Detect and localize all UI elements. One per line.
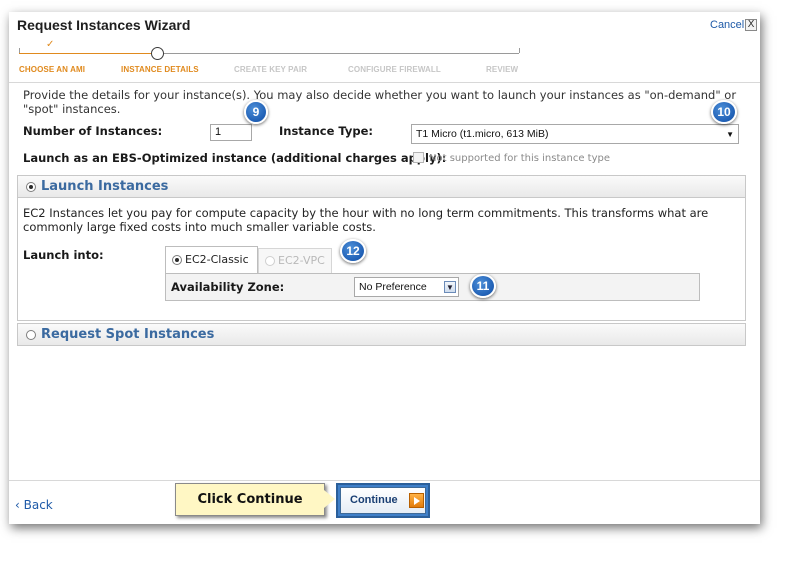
step-current-marker-icon xyxy=(151,47,164,60)
launch-instances-radio[interactable] xyxy=(26,182,36,192)
launch-into-label: Launch into: xyxy=(23,248,104,262)
callout-badge-9: 9 xyxy=(244,100,268,124)
launch-description: EC2 Instances let you pay for compute ca… xyxy=(23,206,709,234)
cancel-link[interactable]: Cancel xyxy=(710,19,744,31)
num-instances-label: Number of Instances: xyxy=(23,124,163,138)
step-review: REVIEW xyxy=(486,65,519,74)
availability-zone-value: No Preference xyxy=(359,281,427,293)
tab-ec2-vpc-label: EC2-VPC xyxy=(278,254,325,267)
request-spot-header[interactable]: Request Spot Instances xyxy=(17,323,746,346)
back-link[interactable]: ‹ Back xyxy=(15,498,53,512)
ec2-classic-radio[interactable] xyxy=(172,255,182,265)
availability-zone-label: Availability Zone: xyxy=(171,280,285,294)
ebs-optimized-checkbox[interactable] xyxy=(413,152,424,163)
instance-type-label: Instance Type: xyxy=(279,124,373,138)
launch-instances-header[interactable]: Launch Instances xyxy=(17,175,746,198)
availability-zone-row: Availability Zone: No Preference ▼ xyxy=(165,273,700,301)
arrow-right-icon xyxy=(409,493,424,508)
num-instances-input[interactable]: 1 xyxy=(210,124,252,141)
step-instance-details: INSTANCE DETAILS xyxy=(121,65,199,74)
intro-text: Provide the details for your instance(s)… xyxy=(23,88,737,116)
click-continue-callout: Click Continue xyxy=(175,483,325,516)
callout-pointer-icon xyxy=(324,490,335,508)
callout-badge-11: 11 xyxy=(470,274,496,298)
header-divider xyxy=(9,82,760,83)
tab-ec2-classic[interactable]: EC2-Classic xyxy=(165,246,258,273)
ebs-optimized-label: Launch as an EBS-Optimized instance (add… xyxy=(23,151,447,165)
ec2-vpc-radio[interactable] xyxy=(265,256,275,266)
tab-ec2-vpc[interactable]: EC2-VPC xyxy=(258,248,332,273)
close-icon[interactable]: X xyxy=(745,19,757,31)
step-tick xyxy=(19,48,20,53)
ebs-not-supported-note: Not supported for this instance type xyxy=(429,153,611,164)
request-spot-title: Request Spot Instances xyxy=(41,327,215,342)
request-spot-radio[interactable] xyxy=(26,330,36,340)
dropdown-arrow-icon[interactable]: ▼ xyxy=(444,281,456,293)
continue-highlight: Continue xyxy=(336,483,430,518)
callout-badge-12: 12 xyxy=(340,239,366,263)
step-done-check-icon: ✓ xyxy=(46,39,55,50)
step-choose-ami: CHOOSE AN AMI xyxy=(19,65,86,74)
continue-button[interactable]: Continue xyxy=(340,487,426,514)
step-configure-firewall: CONFIGURE FIREWALL xyxy=(348,65,441,74)
wizard-title: Request Instances Wizard xyxy=(17,17,191,33)
instance-type-value: T1 Micro (t1.micro, 613 MiB) xyxy=(416,128,549,140)
instance-type-select[interactable]: T1 Micro (t1.micro, 613 MiB) ▼ xyxy=(411,124,739,144)
tab-ec2-classic-label: EC2-Classic xyxy=(185,253,249,266)
footer-divider xyxy=(9,480,760,481)
steps-track-done xyxy=(19,53,153,54)
continue-button-label: Continue xyxy=(350,494,398,506)
step-create-key-pair: CREATE KEY PAIR xyxy=(234,65,308,74)
callout-badge-10: 10 xyxy=(711,100,737,124)
availability-zone-select[interactable]: No Preference ▼ xyxy=(354,277,459,297)
step-tick xyxy=(519,48,520,53)
dropdown-arrow-icon: ▼ xyxy=(726,130,734,139)
request-instances-wizard: Request Instances Wizard Cancel X ✓ CHOO… xyxy=(9,12,760,524)
launch-instances-title: Launch Instances xyxy=(41,179,169,194)
